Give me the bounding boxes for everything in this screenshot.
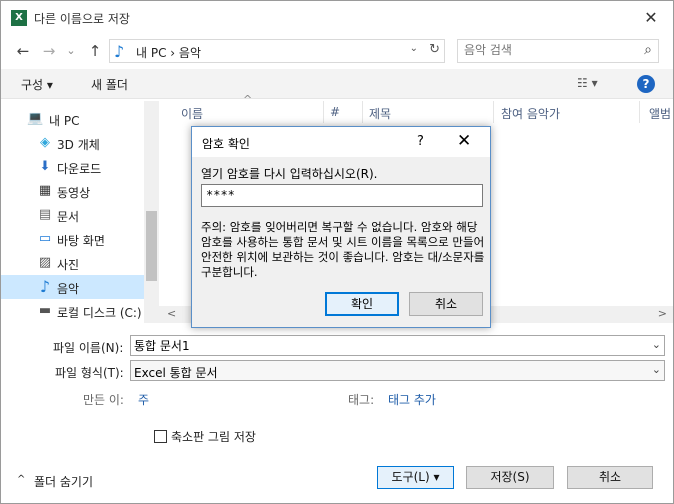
tags-value[interactable]: 태그 추가 <box>388 391 436 408</box>
column-separator[interactable] <box>493 101 494 123</box>
sidebar-scroll-thumb[interactable] <box>146 211 157 281</box>
view-options-icon[interactable]: ☷ ▾ <box>577 76 598 90</box>
tools-menu-button[interactable]: 도구(L) ▾ <box>377 466 454 489</box>
film-icon: ▦ <box>38 183 52 198</box>
scroll-left-icon[interactable]: < <box>167 307 176 320</box>
refresh-icon[interactable]: ↻ <box>429 42 440 57</box>
music-note-icon: ♪ <box>114 42 125 61</box>
address-bar[interactable]: ♪ 내 PC › 음악 ⌄ ↻ <box>109 39 445 63</box>
author-value[interactable]: 주 <box>138 391 149 408</box>
sidebar-item-label: 동영상 <box>57 186 91 200</box>
password-field[interactable] <box>201 184 483 207</box>
column-header-album[interactable]: 앨범 <box>649 105 671 122</box>
search-input[interactable] <box>464 43 634 57</box>
thumbnail-label[interactable]: 축소판 그림 저장 <box>171 428 256 445</box>
filename-label: 파일 이름(N): <box>53 341 124 355</box>
column-header-number[interactable]: # <box>330 105 340 119</box>
cube-icon: ◈ <box>40 135 50 150</box>
command-toolbar: 구성 ▾ 새 폴더 ☷ ▾ ? <box>1 69 673 99</box>
sidebar-item-pictures[interactable]: ▨ 사진 <box>1 251 144 275</box>
forward-arrow-icon[interactable]: → <box>39 41 59 61</box>
sort-arrow-icon: ^ <box>243 93 253 106</box>
column-separator[interactable] <box>639 101 640 123</box>
sidebar-item-label: 로컬 디스크 (C:) <box>57 306 142 320</box>
sidebar-item-desktop[interactable]: ▭ 바탕 화면 <box>1 227 144 251</box>
hide-folders-button[interactable]: 폴더 숨기기 <box>34 473 93 490</box>
sidebar-item-music[interactable]: ♪ 음악 <box>1 275 144 299</box>
cancel-button[interactable]: 취소 <box>567 466 653 489</box>
desktop-icon: ▭ <box>38 231 52 246</box>
sidebar-item-label: 다운로드 <box>57 162 102 176</box>
title-bar: X 다른 이름으로 저장 ✕ <box>1 1 673 35</box>
dialog-title: 암호 확인 <box>202 137 250 151</box>
ok-button[interactable]: 확인 <box>325 292 399 316</box>
save-as-window: X 다른 이름으로 저장 ✕ ← → ⌄ ↑ ♪ 내 PC › 음악 ⌄ ↻ ⌕… <box>0 0 674 504</box>
scroll-right-icon[interactable]: > <box>658 307 667 320</box>
navigation-pane: 💻 내 PC ◈ 3D 개체 ⬇ 다운로드 ▦ 동영상 ▤ 문서 ▭ 바탕 화면… <box>1 101 159 323</box>
column-header-title[interactable]: 제목 <box>369 105 391 122</box>
help-icon[interactable]: ? <box>417 134 424 149</box>
column-header-artist[interactable]: 참여 음악가 <box>501 105 560 122</box>
reenter-password-prompt: 열기 암호를 다시 입력하십시오(R). <box>201 167 378 181</box>
chevron-down-icon[interactable]: ⌄ <box>652 338 661 351</box>
help-icon[interactable]: ? <box>637 75 655 93</box>
search-icon[interactable]: ⌕ <box>644 42 652 58</box>
password-warning-text: 주의: 암호를 잊어버리면 복구할 수 없습니다. 암호와 해당 암호를 사용하… <box>201 220 485 279</box>
sidebar-item-label: 사진 <box>57 258 80 272</box>
window-title: 다른 이름으로 저장 <box>34 12 130 26</box>
thumbnail-checkbox[interactable] <box>154 430 167 443</box>
up-arrow-icon[interactable]: ↑ <box>85 41 105 61</box>
address-dropdown-icon[interactable]: ⌄ <box>410 43 418 54</box>
sidebar-scrollbar[interactable] <box>144 101 159 323</box>
drive-icon: ▬ <box>38 303 52 318</box>
filetype-value[interactable]: Excel 통합 문서 <box>134 364 218 381</box>
computer-icon: 💻 <box>27 111 44 126</box>
filename-field[interactable]: ⌄ <box>130 335 665 356</box>
search-box[interactable]: ⌕ <box>457 39 659 63</box>
filetype-label: 파일 형식(T): <box>55 366 124 380</box>
sidebar-item-label: 바탕 화면 <box>57 234 105 248</box>
close-icon[interactable]: ✕ <box>457 131 471 151</box>
navigation-bar: ← → ⌄ ↑ ♪ 내 PC › 음악 ⌄ ↻ ⌕ <box>1 37 673 65</box>
filetype-select[interactable]: Excel 통합 문서 ⌄ <box>130 360 665 381</box>
music-note-icon: ♪ <box>39 277 51 296</box>
column-separator[interactable] <box>362 101 363 123</box>
sidebar-item-this-pc[interactable]: 💻 내 PC <box>1 107 144 131</box>
filename-input[interactable] <box>134 338 614 352</box>
save-button[interactable]: 저장(S) <box>466 466 554 489</box>
sidebar-item-downloads[interactable]: ⬇ 다운로드 <box>1 155 144 179</box>
download-icon: ⬇ <box>39 159 51 174</box>
sidebar-item-label: 문서 <box>57 210 80 224</box>
dialog-title-bar: 암호 확인 ? ✕ <box>192 127 490 157</box>
column-separator[interactable] <box>323 101 324 123</box>
sidebar-item-documents[interactable]: ▤ 문서 <box>1 203 144 227</box>
sidebar-item-label: 3D 개체 <box>57 138 100 152</box>
chevron-down-icon[interactable]: ⌄ <box>652 363 661 376</box>
sidebar-item-videos[interactable]: ▦ 동영상 <box>1 179 144 203</box>
password-input[interactable] <box>206 188 476 202</box>
sidebar-item-local-disk[interactable]: ▬ 로컬 디스크 (C:) <box>1 299 144 323</box>
address-path[interactable]: 내 PC › 음악 <box>136 44 201 61</box>
column-header-name[interactable]: 이름 <box>181 105 203 122</box>
back-arrow-icon[interactable]: ← <box>13 41 33 61</box>
recent-locations-chevron-icon[interactable]: ⌄ <box>61 41 81 61</box>
new-folder-button[interactable]: 새 폴더 <box>91 76 128 93</box>
confirm-password-dialog: 암호 확인 ? ✕ 열기 암호를 다시 입력하십시오(R). 주의: 암호를 잊… <box>191 126 491 328</box>
sidebar-item-label: 음악 <box>57 282 80 296</box>
sidebar-item-label: 내 PC <box>49 114 80 128</box>
organize-menu-button[interactable]: 구성 ▾ <box>21 76 53 93</box>
sidebar-item-3d-objects[interactable]: ◈ 3D 개체 <box>1 131 144 155</box>
tags-label: 태그: <box>348 393 375 407</box>
excel-app-icon: X <box>11 10 27 26</box>
chevron-up-icon[interactable]: ^ <box>17 474 25 485</box>
dialog-cancel-button[interactable]: 취소 <box>409 292 483 316</box>
author-label: 만든 이: <box>83 393 124 407</box>
document-icon: ▤ <box>38 207 52 222</box>
picture-icon: ▨ <box>38 255 52 270</box>
close-icon[interactable]: ✕ <box>639 7 663 29</box>
